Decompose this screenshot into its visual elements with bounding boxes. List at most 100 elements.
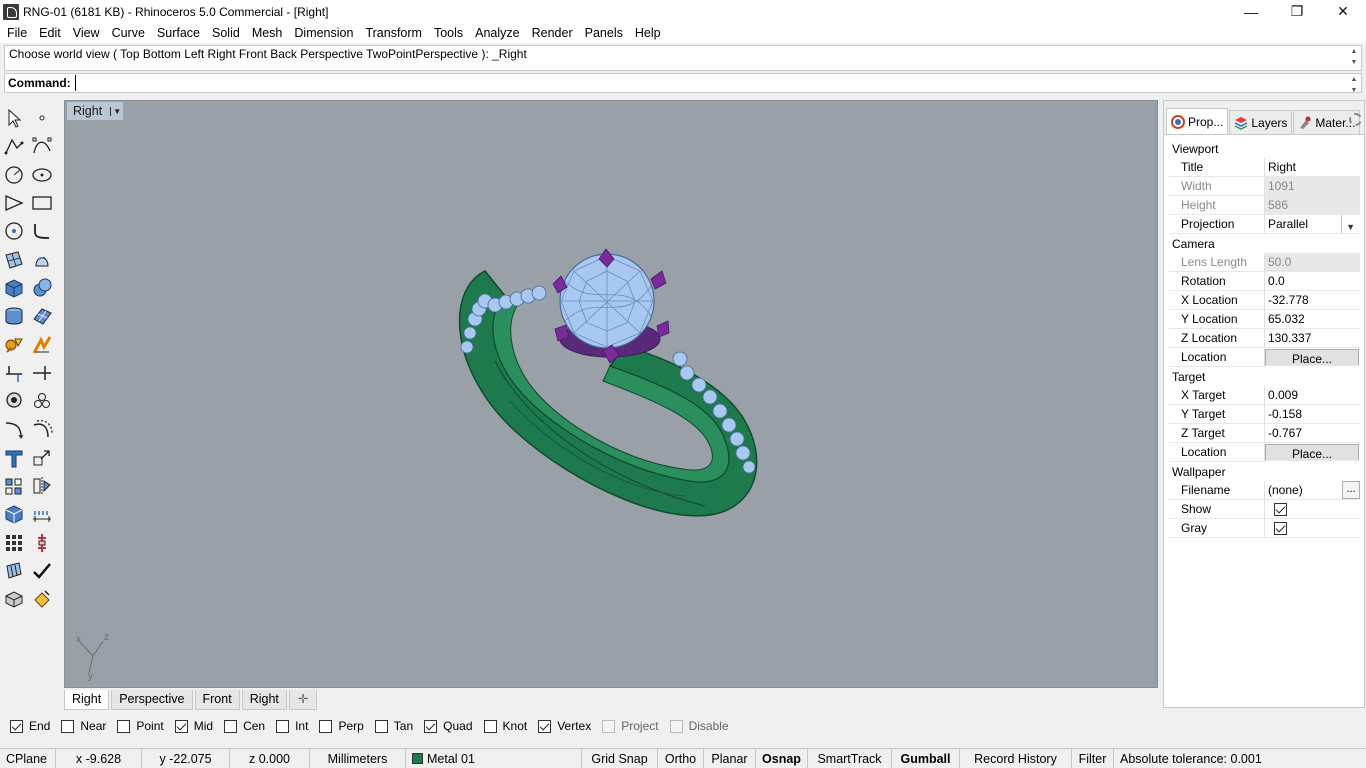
osnap-vertex[interactable]: Vertex [538, 719, 591, 733]
menu-tools[interactable]: Tools [428, 23, 469, 43]
osnap-project[interactable]: Project [602, 719, 659, 733]
rectangle-tool-button[interactable] [28, 190, 56, 216]
x-location-field[interactable]: -32.778 [1265, 291, 1360, 310]
explode-tool-button[interactable] [28, 332, 56, 358]
array-tool-button[interactable] [28, 388, 56, 414]
point-tool-button[interactable] [28, 105, 56, 131]
command-input[interactable] [74, 75, 1275, 91]
cplane-indicator[interactable]: CPlane [0, 748, 56, 768]
grid-array-tool-button[interactable] [0, 530, 28, 556]
planar-toggle[interactable]: Planar [704, 748, 756, 768]
record-history-toggle[interactable]: Record History [960, 748, 1072, 768]
osnap-checkbox[interactable] [117, 719, 131, 733]
projection-select[interactable]: Parallel ▼ [1265, 215, 1360, 234]
osnap-point[interactable]: Point [117, 719, 164, 733]
menu-solid[interactable]: Solid [206, 23, 246, 43]
tab-front[interactable]: Front [194, 690, 240, 710]
units-indicator[interactable]: Millimeters [310, 748, 406, 768]
menu-surface[interactable]: Surface [151, 23, 206, 43]
osnap-checkbox[interactable] [538, 719, 552, 733]
scroll-up-icon[interactable]: ▲ [1351, 74, 1358, 85]
offset-tool-button[interactable] [28, 416, 56, 442]
paint-bucket-tool-button[interactable] [28, 586, 56, 612]
tab-layers[interactable]: Layers [1229, 110, 1293, 134]
osnap-int[interactable]: Int [276, 719, 308, 733]
scroll-down-icon[interactable]: ▼ [1351, 85, 1358, 96]
osnap-checkbox[interactable] [424, 719, 438, 733]
cylinder-tool-button[interactable] [0, 303, 28, 329]
ellipse-tool-button[interactable] [28, 162, 56, 188]
osnap-checkbox[interactable] [602, 719, 616, 733]
sphere-tool-button[interactable] [28, 275, 56, 301]
close-button[interactable]: ✕ [1320, 0, 1366, 23]
menu-file[interactable]: File [1, 23, 33, 43]
arc-tool-button[interactable] [0, 190, 28, 216]
menu-view[interactable]: View [67, 23, 106, 43]
curve-control-points-tool-button[interactable] [28, 133, 56, 159]
minimize-button[interactable]: — [1228, 0, 1274, 23]
wallpaper-gray-checkbox[interactable] [1274, 522, 1287, 535]
menu-help[interactable]: Help [629, 23, 667, 43]
smarttrack-toggle[interactable]: SmartTrack [808, 748, 892, 768]
dimension-tool-button[interactable] [28, 501, 56, 527]
menu-transform[interactable]: Transform [359, 23, 428, 43]
ring-model[interactable]: x z y [65, 101, 1158, 688]
select-arrow-tool-button[interactable] [0, 105, 28, 131]
tab-right[interactable]: Right [64, 690, 110, 710]
menu-render[interactable]: Render [526, 23, 579, 43]
osnap-mid[interactable]: Mid [174, 719, 213, 733]
ortho-toggle[interactable]: Ortho [658, 748, 704, 768]
menu-edit[interactable]: Edit [33, 23, 67, 43]
fillet-curve-tool-button[interactable] [28, 218, 56, 244]
checkmark-tool-button[interactable] [28, 558, 56, 584]
gumball-toggle[interactable]: Gumball [892, 748, 960, 768]
polyline-tool-button[interactable] [0, 133, 28, 159]
viewport-title-menu[interactable]: Right ▼ [67, 102, 124, 120]
tab-right-2[interactable]: Right [241, 690, 287, 710]
osnap-quad[interactable]: Quad [424, 719, 473, 733]
z-target-field[interactable]: -0.767 [1265, 424, 1360, 443]
circle-tool-button[interactable] [0, 162, 28, 188]
mesh-plane-tool-button[interactable] [28, 303, 56, 329]
tab-properties[interactable]: Prop... [1166, 108, 1229, 134]
grid-snap-toggle[interactable]: Grid Snap [582, 748, 658, 768]
extrude-surface-tool-button[interactable] [28, 247, 56, 273]
osnap-checkbox[interactable] [224, 719, 238, 733]
osnap-end[interactable]: End [10, 719, 50, 733]
viewport-right[interactable]: x z y Right ▼ [64, 100, 1158, 688]
align-tool-button[interactable] [0, 473, 28, 499]
osnap-cen[interactable]: Cen [224, 719, 265, 733]
wallpaper-filename-field[interactable]: (none) ... [1265, 481, 1360, 500]
menu-curve[interactable]: Curve [106, 23, 151, 43]
osnap-checkbox[interactable] [374, 719, 388, 733]
osnap-checkbox[interactable] [276, 719, 290, 733]
move-tool-button[interactable] [28, 530, 56, 556]
osnap-knot[interactable]: Knot [483, 719, 527, 733]
command-line-scrollbar[interactable]: ▲ ▼ [1348, 74, 1360, 94]
osnap-checkbox[interactable] [483, 719, 497, 733]
wallpaper-show-checkbox[interactable] [1274, 503, 1287, 516]
layer-state-tool-button[interactable] [0, 586, 28, 612]
command-history-scrollbar[interactable]: ▲ ▼ [1348, 46, 1360, 70]
menu-panels[interactable]: Panels [579, 23, 629, 43]
menu-mesh[interactable]: Mesh [246, 23, 289, 43]
z-location-field[interactable]: 130.337 [1265, 329, 1360, 348]
menu-analyze[interactable]: Analyze [469, 23, 525, 43]
curve-fillet-tool-button[interactable] [0, 416, 28, 442]
polygon-tool-button[interactable] [0, 218, 28, 244]
gear-icon[interactable] [1349, 113, 1362, 126]
tab-perspective[interactable]: Perspective [111, 690, 193, 710]
menu-dimension[interactable]: Dimension [288, 23, 359, 43]
target-place-button[interactable]: Place... [1265, 444, 1359, 461]
lock-tool-button[interactable] [0, 558, 28, 584]
restore-button[interactable]: ❐ [1274, 0, 1320, 23]
viewport-title-field[interactable]: Right [1265, 158, 1360, 177]
osnap-toggle[interactable]: Osnap [756, 748, 808, 768]
osnap-checkbox[interactable] [669, 719, 683, 733]
chevron-down-icon[interactable]: ▼ [110, 106, 121, 116]
boolean-union-tool-button[interactable] [0, 332, 28, 358]
osnap-near[interactable]: Near [61, 719, 106, 733]
y-target-field[interactable]: -0.158 [1265, 405, 1360, 424]
render-cube-tool-button[interactable] [0, 501, 28, 527]
osnap-checkbox[interactable] [10, 719, 23, 733]
